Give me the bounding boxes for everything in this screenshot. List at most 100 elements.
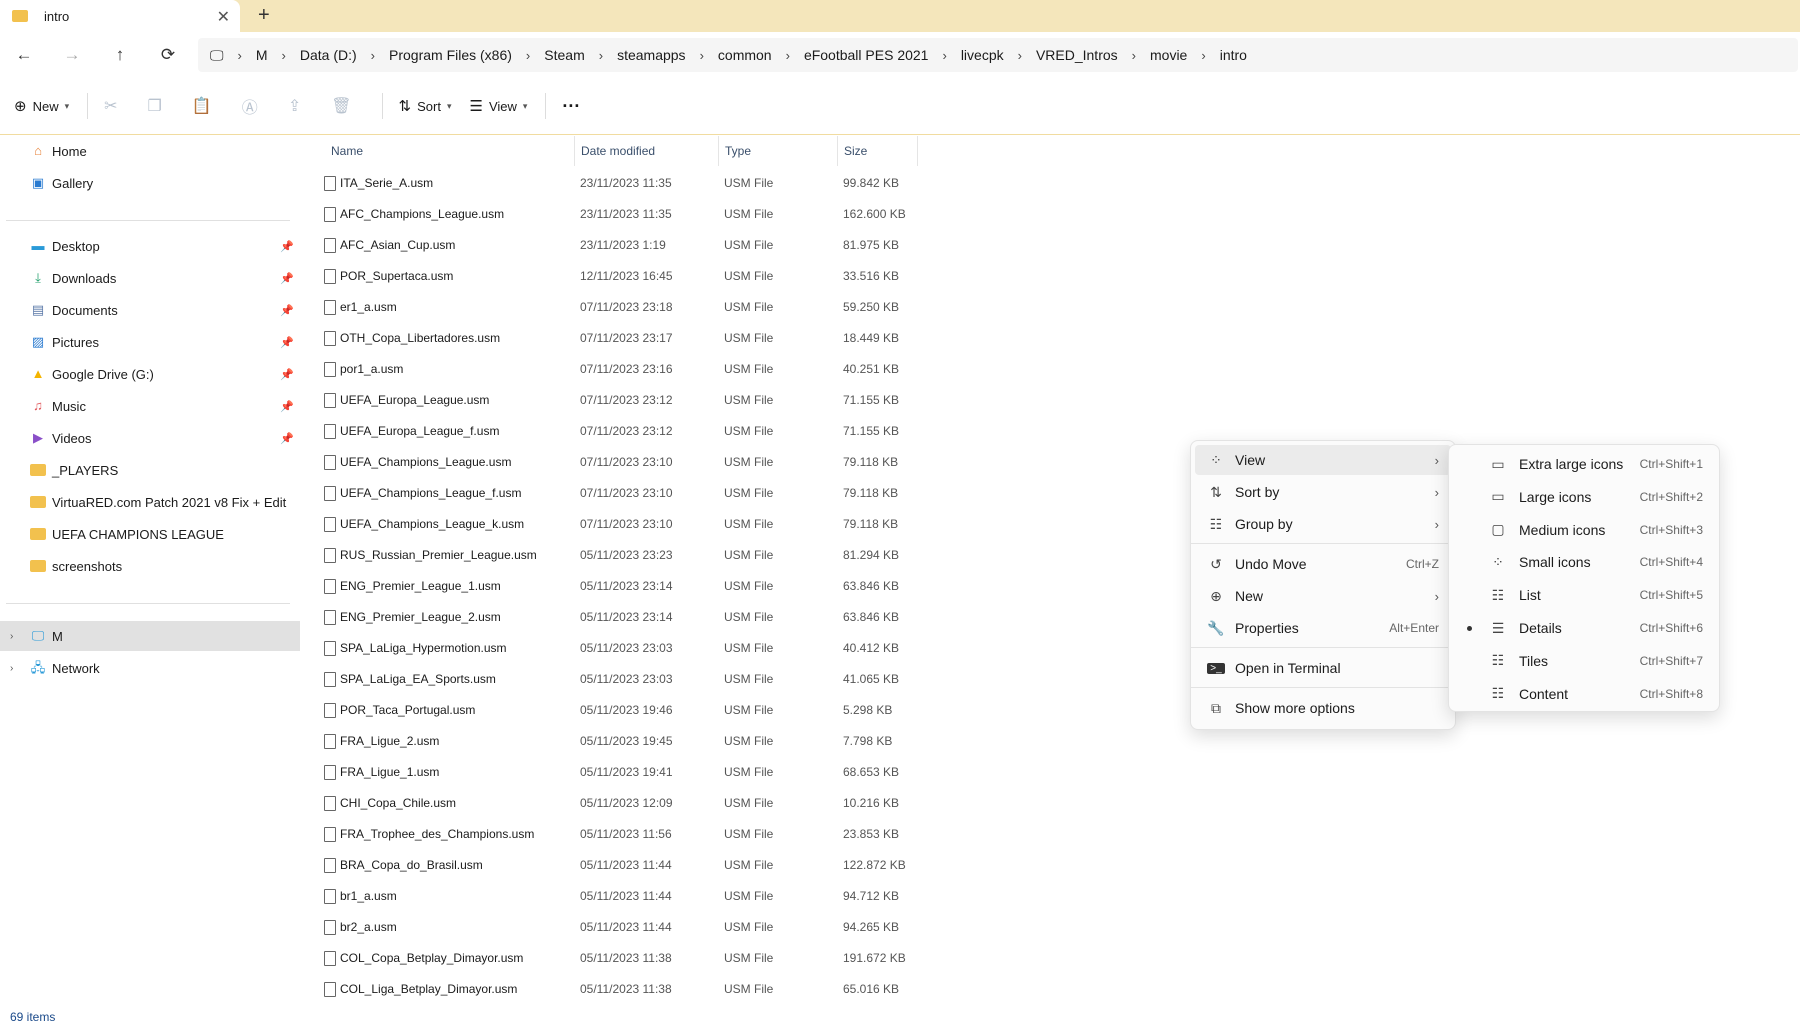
breadcrumb-program-files[interactable]: Program Files (x86)	[389, 47, 512, 63]
new-button[interactable]: ⊕ New ▾	[14, 97, 69, 115]
submenu-item-medium-icons[interactable]: ▢ Medium icons Ctrl+Shift+3	[1453, 515, 1715, 545]
pin-icon[interactable]: 📌	[280, 400, 294, 413]
file-row[interactable]: POR_Taca_Portugal.usm 05/11/2023 19:46 USM…	[302, 695, 922, 726]
chevron-right-icon[interactable]: ›	[526, 48, 530, 63]
sidebar-item-m[interactable]: › 🖵 M	[0, 621, 300, 651]
chevron-right-icon[interactable]: ›	[1201, 48, 1205, 63]
file-row[interactable]: UEFA_Champions_League_f.usm 07/11/2023 23…	[302, 478, 922, 509]
breadcrumb-efootball[interactable]: eFootball PES 2021	[804, 47, 929, 63]
file-row[interactable]: COL_Copa_Betplay_Dimayor.usm 05/11/2023 1…	[302, 943, 922, 974]
file-row[interactable]: br1_a.usm 05/11/2023 11:44 USM File 94.712 …	[302, 881, 922, 912]
breadcrumb-livecpk[interactable]: livecpk	[961, 47, 1004, 63]
file-row[interactable]: FRA_Ligue_1.usm 05/11/2023 19:41 USM File 6…	[302, 757, 922, 788]
pin-icon[interactable]: 📌	[280, 368, 294, 381]
column-header-name[interactable]: Name	[325, 136, 575, 166]
chevron-right-icon[interactable]: ›	[282, 48, 286, 63]
file-row[interactable]: ENG_Premier_League_1.usm 05/11/2023 23:14…	[302, 571, 922, 602]
chevron-right-icon[interactable]: ›	[371, 48, 375, 63]
sidebar-item-desktop[interactable]: ▬ Desktop 📌	[0, 231, 300, 261]
file-row[interactable]: FRA_Trophee_des_Champions.usm 05/11/2023 …	[302, 819, 922, 850]
breadcrumb-steam[interactable]: Steam	[544, 47, 584, 63]
sidebar-item-music[interactable]: ♫ Music 📌	[0, 391, 300, 421]
back-button[interactable]: ←	[0, 45, 48, 65]
file-row[interactable]: FRA_Ligue_2.usm 05/11/2023 19:45 USM File 7…	[302, 726, 922, 757]
delete-icon[interactable]: 🗑	[331, 96, 351, 116]
breadcrumb-m[interactable]: M	[256, 47, 268, 63]
sidebar-item-downloads[interactable]: ⤓ Downloads 📌	[0, 263, 300, 293]
sidebar-item-google-drive[interactable]: ▲ Google Drive (G:) 📌	[0, 359, 300, 389]
view-button[interactable]: ☰ View ▾	[469, 97, 527, 115]
menu-item-new[interactable]: ⊕ New ›	[1195, 581, 1451, 611]
menu-item-undo-move[interactable]: ↺ Undo Move Ctrl+Z	[1195, 549, 1451, 579]
menu-item-show-more-options[interactable]: ⧉ Show more options	[1195, 693, 1451, 723]
chevron-right-icon[interactable]: ›	[1018, 48, 1022, 63]
paste-icon[interactable]: 📋	[192, 96, 212, 116]
menu-item-open-terminal[interactable]: >_ Open in Terminal	[1195, 653, 1451, 683]
chevron-right-icon[interactable]: ›	[10, 663, 13, 674]
file-row[interactable]: UEFA_Europa_League.usm 07/11/2023 23:12 US…	[302, 385, 922, 416]
pin-icon[interactable]: 📌	[280, 240, 294, 253]
chevron-right-icon[interactable]: ›	[10, 631, 13, 642]
pin-icon[interactable]: 📌	[280, 432, 294, 445]
submenu-item-list[interactable]: ☷ List Ctrl+Shift+5	[1453, 580, 1715, 610]
file-row[interactable]: AFC_Asian_Cup.usm 23/11/2023 1:19 USM File…	[302, 230, 922, 261]
submenu-item-small-icons[interactable]: ⁘ Small icons Ctrl+Shift+4	[1453, 547, 1715, 577]
pin-icon[interactable]: 📌	[280, 304, 294, 317]
sidebar-item-ucl[interactable]: UEFA CHAMPIONS LEAGUE	[0, 519, 300, 549]
file-row[interactable]: er1_a.usm 07/11/2023 23:18 USM File 59.250 …	[302, 292, 922, 323]
file-row[interactable]: SPA_LaLiga_Hypermotion.usm 05/11/2023 23:…	[302, 633, 922, 664]
submenu-item-content[interactable]: ☷ Content Ctrl+Shift+8	[1453, 679, 1715, 709]
chevron-right-icon[interactable]: ›	[700, 48, 704, 63]
pin-icon[interactable]: 📌	[280, 336, 294, 349]
breadcrumb-steamapps[interactable]: steamapps	[617, 47, 685, 63]
sidebar-item-screenshots[interactable]: screenshots	[0, 551, 300, 581]
menu-item-group-by[interactable]: ☷ Group by ›	[1195, 509, 1451, 539]
sidebar-item-gallery[interactable]: ▣ Gallery	[0, 168, 300, 198]
breadcrumb-data-d[interactable]: Data (D:)	[300, 47, 357, 63]
sidebar-item-videos[interactable]: ▶ Videos 📌	[0, 423, 300, 453]
menu-item-view[interactable]: ⁘ View ›	[1195, 445, 1451, 475]
sidebar-item-virtuared[interactable]: VirtuaRED.com Patch 2021 v8 Fix + Edit	[0, 487, 300, 517]
copy-icon[interactable]: ❐	[148, 96, 162, 116]
file-row[interactable]: SPA_LaLiga_EA_Sports.usm 05/11/2023 23:03…	[302, 664, 922, 695]
breadcrumb-vred-intros[interactable]: VRED_Intros	[1036, 47, 1118, 63]
submenu-item-details[interactable]: ☰ Details Ctrl+Shift+6	[1453, 613, 1715, 643]
sidebar-item-home[interactable]: ⌂ Home	[0, 136, 300, 166]
breadcrumb-intro[interactable]: intro	[1220, 47, 1247, 63]
chevron-right-icon[interactable]: ›	[786, 48, 790, 63]
chevron-right-icon[interactable]: ›	[599, 48, 603, 63]
file-row[interactable]: COL_Liga_Betplay_Dimayor.usm 05/11/2023 1…	[302, 974, 922, 1005]
rename-icon[interactable]: Ⓐ	[242, 94, 258, 118]
file-row[interactable]: UEFA_Champions_League.usm 07/11/2023 23:1…	[302, 447, 922, 478]
file-row[interactable]: BRA_Copa_do_Brasil.usm 05/11/2023 11:44 US…	[302, 850, 922, 881]
sidebar-item-pictures[interactable]: ▨ Pictures 📌	[0, 327, 300, 357]
new-tab-button[interactable]: +	[258, 4, 270, 27]
column-header-date[interactable]: Date modified	[575, 136, 719, 166]
file-row[interactable]: br2_a.usm 05/11/2023 11:44 USM File 94.265 …	[302, 912, 922, 943]
share-icon[interactable]: ⇪	[288, 96, 301, 116]
menu-item-properties[interactable]: 🔧 Properties Alt+Enter	[1195, 613, 1451, 643]
sort-button[interactable]: ⇅ Sort ▾	[399, 97, 452, 115]
file-row[interactable]: por1_a.usm 07/11/2023 23:16 USM File 40.251…	[302, 354, 922, 385]
close-tab-icon[interactable]: ✕	[217, 7, 230, 27]
file-row[interactable]: POR_Supertaca.usm 12/11/2023 16:45 USM Fil…	[302, 261, 922, 292]
up-button[interactable]: ↑	[96, 45, 144, 65]
refresh-button[interactable]: ⟳	[144, 45, 192, 65]
sidebar-item-players[interactable]: _PLAYERS	[0, 455, 300, 485]
file-row[interactable]: UEFA_Champions_League_k.usm 07/11/2023 23…	[302, 509, 922, 540]
more-options-button[interactable]: ···	[562, 96, 580, 117]
sidebar-item-network[interactable]: › 🖧 Network	[0, 653, 300, 683]
forward-button[interactable]: →	[48, 45, 96, 65]
submenu-item-large-icons[interactable]: ▭ Large icons Ctrl+Shift+2	[1453, 482, 1715, 512]
file-row[interactable]: AFC_Champions_League.usm 23/11/2023 11:35…	[302, 199, 922, 230]
file-row[interactable]: UEFA_Europa_League_f.usm 07/11/2023 23:12…	[302, 416, 922, 447]
column-header-size[interactable]: Size	[838, 136, 918, 166]
menu-item-sort-by[interactable]: ⇅ Sort by ›	[1195, 477, 1451, 507]
address-bar[interactable]: 🖵 › M › Data (D:) › Program Files (x86) …	[198, 38, 1798, 72]
submenu-item-extra-large-icons[interactable]: ▭ Extra large icons Ctrl+Shift+1	[1453, 449, 1715, 479]
chevron-right-icon[interactable]: ›	[942, 48, 946, 63]
tab-intro[interactable]: intro ✕	[0, 0, 240, 32]
chevron-right-icon[interactable]: ›	[1132, 48, 1136, 63]
column-header-type[interactable]: Type	[719, 136, 838, 166]
file-row[interactable]: OTH_Copa_Libertadores.usm 07/11/2023 23:1…	[302, 323, 922, 354]
